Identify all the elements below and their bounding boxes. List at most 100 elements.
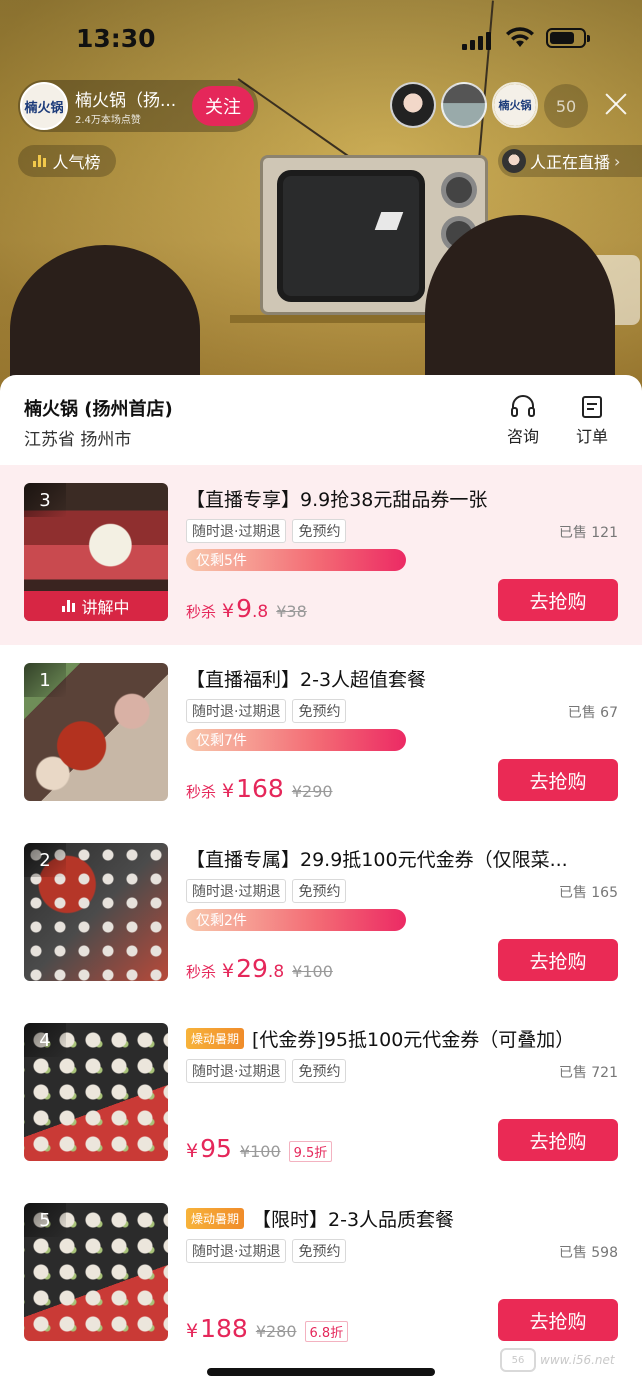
no-reservation-tag: 免预约 <box>292 699 347 723</box>
consult-label: 咨询 <box>506 427 539 446</box>
product-image[interactable]: 4 <box>24 1023 168 1161</box>
no-reservation-tag: 免预约 <box>292 1059 347 1083</box>
currency-symbol: ¥ <box>186 1140 199 1162</box>
summer-promo-badge: 燥动暑期 <box>186 1208 245 1229</box>
product-item[interactable]: 3 讲解中 【直播专享】9.9抢38元甜品券一张 随时退·过期退 免预约 已售 … <box>0 465 642 645</box>
sold-count: 已售 721 <box>558 1065 618 1081</box>
likes-count: 2.4万本场点赞 <box>75 115 141 126</box>
status-bar: 13:30 <box>0 0 642 76</box>
consult-button[interactable]: 咨询 <box>498 395 548 447</box>
refund-tag: 随时退·过期退 <box>186 1239 287 1263</box>
follow-button[interactable]: 关注 <box>192 86 254 126</box>
product-image[interactable]: 1 <box>24 663 168 801</box>
headset-icon <box>511 395 535 417</box>
product-panel: 楠火锅 (扬州首店) 江苏省 扬州市 咨询 订单 3 讲解中 【直播专享】9.9… <box>0 375 642 1389</box>
product-title-text: [代金券]95抵100元代金券（可叠加） <box>252 1029 575 1051</box>
buy-now-button[interactable]: 去抢购 <box>498 1119 618 1161</box>
order-list-icon <box>582 396 602 418</box>
product-title-text: 【直播福利】2-3人超值套餐 <box>186 669 427 691</box>
price-decimal: .8 <box>267 962 285 982</box>
product-title[interactable]: 【直播福利】2-3人超值套餐 <box>186 665 616 692</box>
original-price: ¥280 <box>255 1322 297 1341</box>
order-button[interactable]: 订单 <box>567 395 617 447</box>
watermark-logo-icon: 56 <box>500 1348 536 1372</box>
status-time: 13:30 <box>76 24 156 53</box>
flash-sale-label: 秒杀 <box>186 963 217 981</box>
shop-logo-avatar: 楠火锅 <box>20 82 68 130</box>
buy-now-button[interactable]: 去抢购 <box>498 1299 618 1341</box>
shop-header: 楠火锅 (扬州首店) 江苏省 扬州市 咨询 订单 <box>0 375 642 465</box>
discount-badge: 9.5折 <box>288 1141 333 1162</box>
no-reservation-tag: 免预约 <box>292 879 347 903</box>
explaining-badge: 讲解中 <box>24 591 168 621</box>
product-title[interactable]: 燥动暑期 【限时】2-3人品质套餐 <box>186 1205 616 1232</box>
product-title[interactable]: 【直播专享】9.9抢38元甜品券一张 <box>186 485 616 512</box>
flash-sale-label: 秒杀 <box>186 783 217 801</box>
product-tags: 随时退·过期退 免预约 <box>186 699 347 723</box>
sold-count: 已售 121 <box>558 525 618 541</box>
currency-symbol: ¥ <box>222 780 235 802</box>
watermark-text: www.i56.net <box>540 1353 615 1367</box>
product-item[interactable]: 5 燥动暑期 【限时】2-3人品质套餐 随时退·过期退 免预约 已售 598 ¥… <box>0 1185 642 1365</box>
sold-count: 已售 165 <box>558 885 618 901</box>
close-icon[interactable] <box>600 88 632 120</box>
product-number: 5 <box>24 1203 66 1237</box>
shop-name[interactable]: 楠火锅 (扬州首店) <box>24 395 173 421</box>
discount-badge: 6.8折 <box>304 1321 349 1342</box>
anchor-info[interactable]: 楠火锅 楠火锅（扬... 2.4万本场点赞 关注 <box>18 80 258 132</box>
watermark: 56 www.i56.net <box>500 1342 615 1378</box>
home-indicator[interactable] <box>207 1368 435 1376</box>
price-decimal: .8 <box>252 602 269 622</box>
price-integer: 9 <box>236 594 253 623</box>
price: 秒杀 ¥ 168 ¥290 <box>186 774 333 803</box>
currency-symbol: ¥ <box>222 600 235 622</box>
refund-tag: 随时退·过期退 <box>186 519 287 543</box>
buy-now-button[interactable]: 去抢购 <box>498 759 618 801</box>
product-item[interactable]: 4 燥动暑期 [代金券]95抵100元代金券（可叠加） 随时退·过期退 免预约 … <box>0 1005 642 1185</box>
viewer-avatar[interactable]: 楠火锅 <box>492 82 538 128</box>
viewer-avatar[interactable] <box>390 82 436 128</box>
price: ¥ 95 ¥100 9.5折 <box>186 1134 333 1163</box>
product-title-text: 【直播专享】9.9抢38元甜品券一张 <box>186 489 488 511</box>
popularity-rank-button[interactable]: 人气榜 <box>18 145 116 177</box>
price-integer: 168 <box>236 774 284 803</box>
stock-remaining-bar: 仅剩2件 <box>186 909 406 931</box>
no-reservation-tag: 免预约 <box>292 519 347 543</box>
product-image[interactable]: 5 <box>24 1203 168 1341</box>
price-integer: 29 <box>236 954 268 983</box>
buy-now-button[interactable]: 去抢购 <box>498 579 618 621</box>
viewer-avatar[interactable] <box>441 82 487 128</box>
order-label: 订单 <box>575 427 608 446</box>
product-image[interactable]: 2 <box>24 843 168 981</box>
viewer-count[interactable]: 50 <box>544 84 588 128</box>
product-number: 3 <box>24 483 66 517</box>
currency-symbol: ¥ <box>222 960 235 982</box>
cellular-signal-icon <box>462 32 491 50</box>
refund-tag: 随时退·过期退 <box>186 699 287 723</box>
sold-count: 已售 598 <box>558 1245 618 1261</box>
product-item[interactable]: 1 【直播福利】2-3人超值套餐 随时退·过期退 免预约 已售 67 仅剩7件 … <box>0 645 642 825</box>
summer-promo-badge: 燥动暑期 <box>186 1028 245 1049</box>
refund-tag: 随时退·过期退 <box>186 1059 287 1083</box>
price-integer: 95 <box>200 1134 232 1163</box>
product-title[interactable]: 【直播专属】29.9抵100元代金券（仅限菜... <box>186 845 616 872</box>
original-price: ¥38 <box>276 602 307 621</box>
product-item[interactable]: 2 【直播专属】29.9抵100元代金券（仅限菜... 随时退·过期退 免预约 … <box>0 825 642 1005</box>
product-title-text: 【限时】2-3人品质套餐 <box>252 1209 455 1231</box>
rank-bars-icon <box>33 155 47 167</box>
sold-count: 已售 67 <box>567 705 618 721</box>
anchor-name: 楠火锅（扬... <box>75 91 177 111</box>
refund-tag: 随时退·过期退 <box>186 879 287 903</box>
no-reservation-tag: 免预约 <box>292 1239 347 1263</box>
viewer-logo: 楠火锅 <box>494 84 536 126</box>
buy-now-button[interactable]: 去抢购 <box>498 939 618 981</box>
shop-location: 江苏省 扬州市 <box>24 430 132 450</box>
flash-sale-label: 秒杀 <box>186 603 217 621</box>
original-price: ¥290 <box>291 782 333 801</box>
product-image[interactable]: 3 讲解中 <box>24 483 168 621</box>
price: ¥ 188 ¥280 6.8折 <box>186 1314 349 1343</box>
now-live-button[interactable]: 人正在直播 › <box>498 145 642 177</box>
product-title[interactable]: 燥动暑期 [代金券]95抵100元代金券（可叠加） <box>186 1025 616 1052</box>
price: 秒杀 ¥ 9 .8 ¥38 <box>186 594 307 623</box>
stock-remaining-bar: 仅剩7件 <box>186 729 406 751</box>
